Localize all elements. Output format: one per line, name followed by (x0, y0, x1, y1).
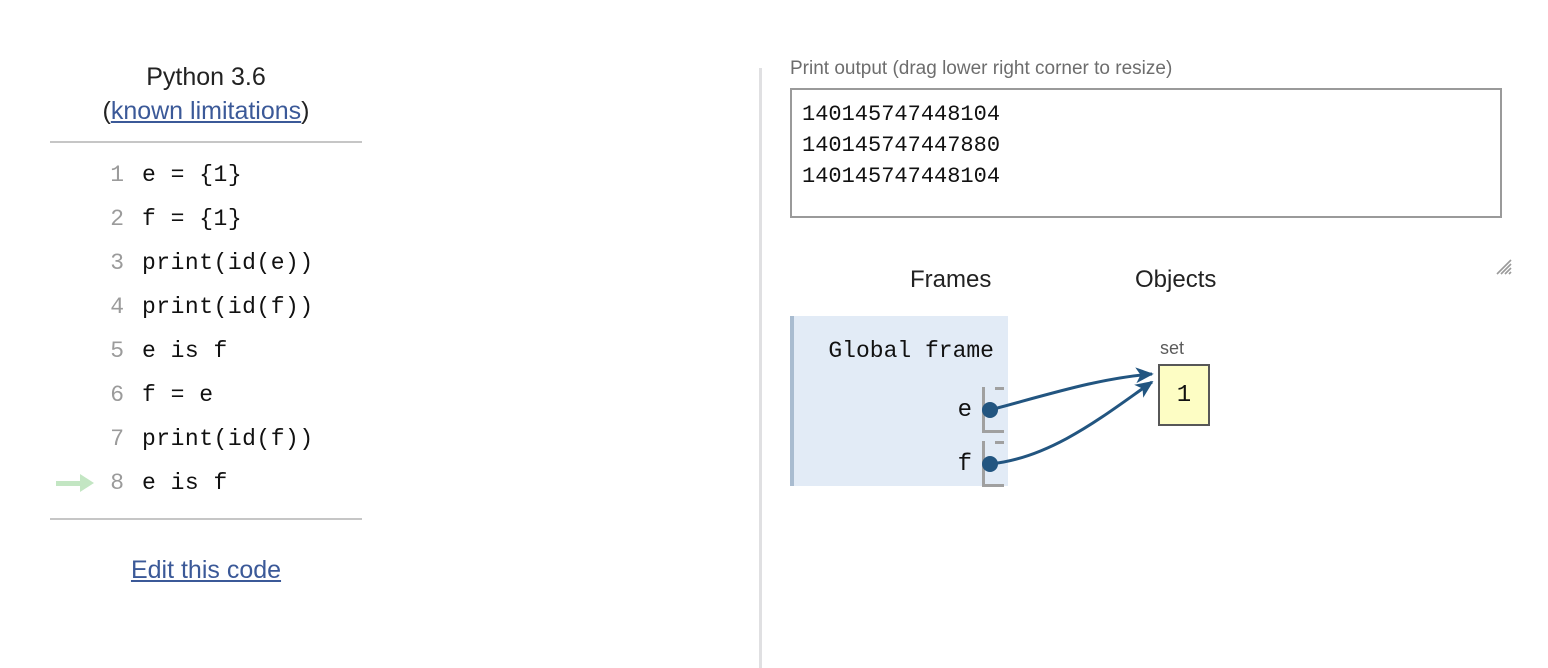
panel-divider (759, 68, 762, 668)
line-arrow-slot (50, 285, 98, 329)
paren-open: ( (102, 97, 111, 125)
code-line-text: print(id(e)) (142, 250, 314, 276)
code-line-number: 3 (110, 250, 124, 276)
code-line[interactable]: 1 e = {1} (50, 153, 362, 197)
code-line[interactable]: 7 print(id(f)) (50, 417, 362, 461)
code-top-divider (50, 141, 362, 143)
edit-this-code-link[interactable]: Edit this code (131, 556, 281, 584)
line-arrow-slot (50, 197, 98, 241)
line-arrow-slot (50, 153, 98, 197)
line-arrow-slot (50, 417, 98, 461)
visualizer-headings: Frames Objects (790, 266, 1530, 306)
code-line-number: 6 (110, 382, 124, 408)
code-line[interactable]: 2 f = {1} (50, 197, 362, 241)
line-arrow-slot (50, 329, 98, 373)
line-arrow-slot (50, 373, 98, 417)
code-line-number: 4 (110, 294, 124, 320)
known-limitations-link[interactable]: known limitations (111, 97, 301, 125)
objects-heading: Objects (1135, 266, 1217, 293)
variable-value-cell-f (982, 441, 1004, 487)
code-line-number: 7 (110, 426, 124, 452)
global-frame: Global frame e f (790, 316, 1008, 487)
known-limitations-line: (known limitations) (50, 94, 362, 128)
edit-code-area: Edit this code (50, 556, 362, 585)
code-line-text: e is f (142, 470, 228, 496)
code-line[interactable]: 5 e is f (50, 329, 362, 373)
code-line[interactable]: 4 print(id(f)) (50, 285, 362, 329)
code-line-number: 5 (110, 338, 124, 364)
code-line[interactable]: 8 e is f (50, 461, 362, 505)
code-line-number: 8 (110, 470, 124, 496)
code-line[interactable]: 6 f = e (50, 373, 362, 417)
code-listing: 1 e = {1} 2 f = {1} 3 print(id(e)) 4 print(id(f… (50, 153, 362, 505)
code-bottom-divider (50, 518, 362, 520)
code-panel: Python 3.6 (known limitations) 1 e = {1} 2… (50, 60, 362, 585)
variable-name-f: f (957, 450, 972, 478)
line-arrow-slot (50, 241, 98, 285)
pointer-arrow-f (989, 380, 1154, 466)
print-output-box[interactable]: 140145747448104 140145747447880 14014574… (790, 88, 1502, 218)
code-line-number: 2 (110, 206, 124, 232)
variable-name-e: e (957, 396, 972, 424)
code-line-text: e is f (142, 338, 228, 364)
paren-close: ) (301, 97, 310, 125)
code-line-text: e = {1} (142, 162, 243, 188)
right-panel: Print output (drag lower right corner to… (790, 58, 1530, 576)
current-line-arrow-icon (50, 461, 98, 505)
python-version-header: Python 3.6 (known limitations) (50, 60, 362, 128)
print-output-label: Print output (drag lower right corner to… (790, 58, 1173, 79)
code-line-text: print(id(f)) (142, 426, 314, 452)
set-object: set 1 (1158, 338, 1210, 426)
code-line-text: f = {1} (142, 206, 243, 232)
global-frame-title: Global frame (828, 338, 994, 364)
code-line[interactable]: 3 print(id(e)) (50, 241, 362, 285)
code-line-number: 1 (110, 162, 124, 188)
variable-row-f: f (958, 438, 1004, 490)
variable-value-cell-e (982, 387, 1004, 433)
variable-row-e: e (958, 384, 1004, 436)
object-value-box: 1 (1158, 364, 1210, 426)
pointer-arrow-e (989, 367, 1154, 412)
object-type-label: set (1160, 338, 1185, 358)
code-line-text: f = e (142, 382, 214, 408)
frames-heading: Frames (910, 266, 992, 293)
code-line-text: print(id(f)) (142, 294, 314, 320)
memory-diagram: Global frame e f set 1 (790, 316, 1530, 576)
python-version-label: Python 3.6 (146, 63, 266, 91)
